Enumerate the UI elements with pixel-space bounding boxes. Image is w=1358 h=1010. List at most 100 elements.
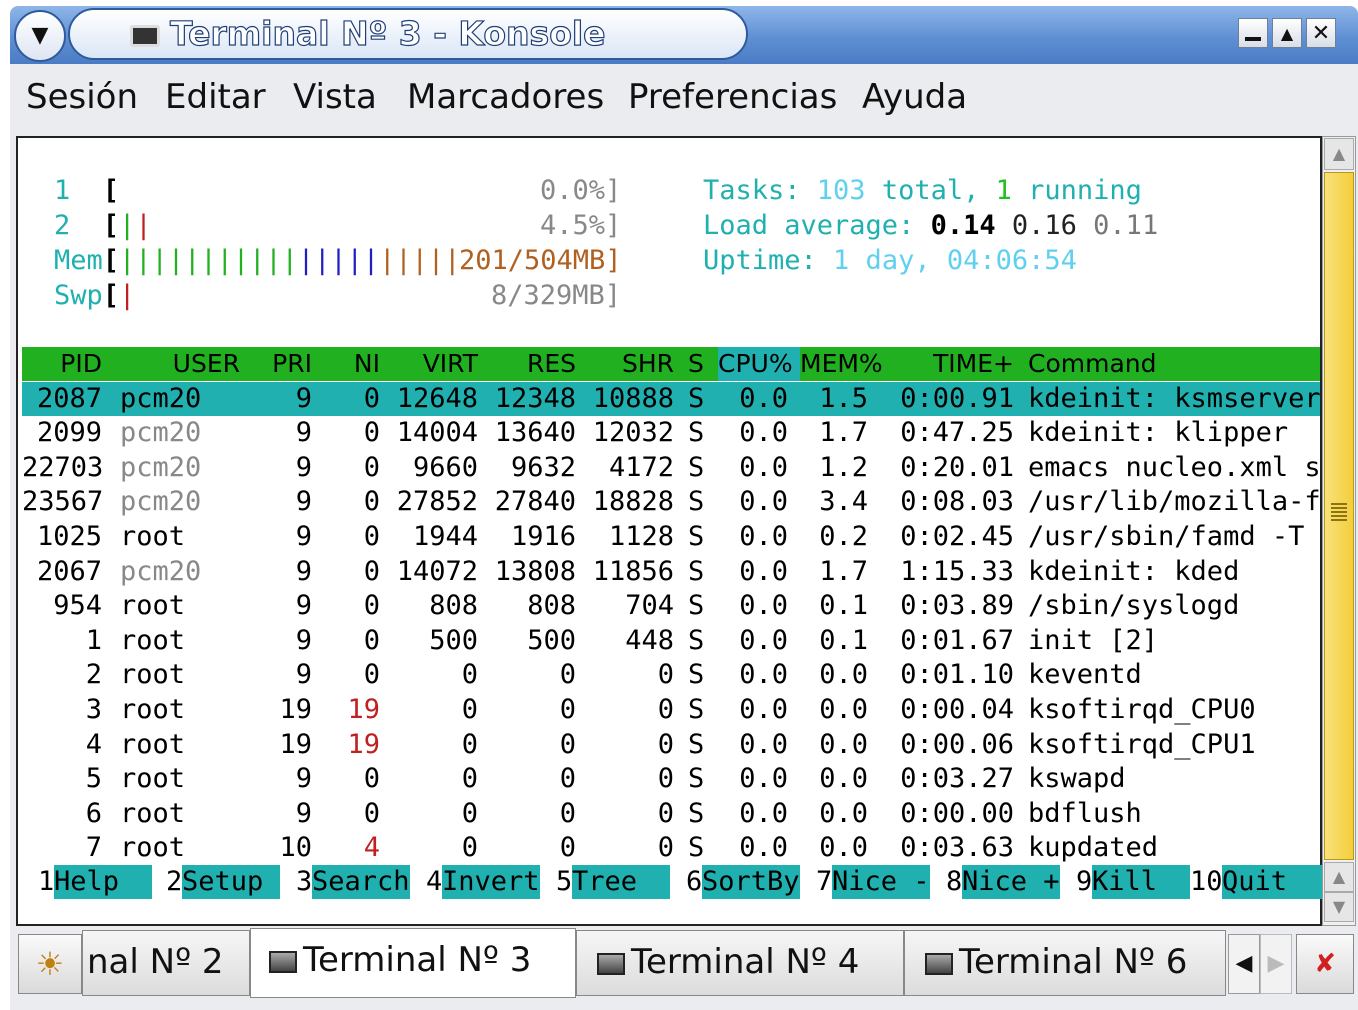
tab-terminal-4[interactable]: Terminal Nº 4 bbox=[576, 930, 904, 996]
close-session-button[interactable]: ✘ bbox=[1296, 934, 1354, 994]
arrow-up-icon: ▲ bbox=[1332, 144, 1346, 163]
column-header[interactable]: Command bbox=[1028, 347, 1320, 381]
table-cell: 0:00.04 bbox=[900, 694, 1014, 725]
column-header[interactable]: TIME+ bbox=[868, 347, 1014, 381]
fkey-tree-button[interactable]: Tree bbox=[572, 865, 670, 899]
table-cell: 5 bbox=[85, 763, 102, 795]
table-cell: 500 bbox=[429, 624, 478, 656]
tab-scroll-left-button[interactable]: ◀ bbox=[1228, 934, 1260, 994]
menu-preferencias[interactable]: Preferencias bbox=[628, 76, 837, 118]
fkey-help-button[interactable]: Help bbox=[54, 865, 152, 899]
table-cell: 12348 bbox=[494, 382, 576, 414]
column-header[interactable]: RES bbox=[478, 347, 576, 381]
column-header[interactable]: PRI bbox=[240, 347, 312, 381]
scroll-up-button[interactable]: ▲ bbox=[1324, 138, 1354, 170]
tab-label: Terminal Nº 4 bbox=[631, 942, 860, 982]
table-row[interactable]: 23567 pcm20 9 0 27852 27840 18828 S 0.0 3.4 0:08.0… bbox=[22, 485, 1321, 519]
table-cell: 19 bbox=[279, 728, 312, 760]
table-cell: 0:00.00 bbox=[900, 797, 1014, 829]
tasks-summary: Tasks: 103 total, 1 running bbox=[703, 175, 1142, 206]
fkey-number: 5 bbox=[556, 866, 573, 897]
scroll-down-button[interactable]: ▼ bbox=[1324, 892, 1354, 922]
table-cell: pcm20 bbox=[120, 555, 202, 587]
fkey-search-button[interactable]: Search bbox=[312, 865, 410, 899]
scrollbar-thumb[interactable] bbox=[1324, 172, 1354, 860]
tab-terminal-2[interactable]: nal Nº 2 bbox=[82, 930, 250, 996]
menu-marcadores[interactable]: Marcadores bbox=[407, 76, 604, 118]
new-session-button[interactable]: ☀ bbox=[18, 934, 82, 994]
table-cell: 0.0 bbox=[739, 763, 788, 795]
column-header[interactable]: S bbox=[688, 347, 706, 381]
table-cell: 9 bbox=[295, 451, 312, 483]
mem-value: 201/504MB] bbox=[459, 245, 622, 276]
menu-vista[interactable]: Vista bbox=[293, 76, 377, 118]
fkey-nice-button[interactable]: Nice - bbox=[832, 865, 930, 899]
column-header[interactable]: VIRT bbox=[380, 347, 478, 381]
table-row[interactable]: 2 root 9 0 0 0 0 S 0.0 0.0 0:01.10 keventd bbox=[22, 658, 1320, 692]
table-cell: 0 bbox=[657, 659, 674, 691]
fkey-nice-button[interactable]: Nice + bbox=[962, 865, 1060, 899]
table-row[interactable]: 22703 pcm20 9 0 9660 9632 4172 S 0.0 1.2 0:20.01 em… bbox=[22, 451, 1321, 485]
table-cell: 0.0 bbox=[819, 659, 868, 691]
menu-editar[interactable]: Editar bbox=[165, 76, 266, 118]
table-cell: 4 bbox=[85, 728, 102, 760]
table-row[interactable]: 2087 pcm20 9 0 12648 12348 10888 S 0.0 1.5 0:00.91… bbox=[22, 381, 1321, 416]
fkey-invert-button[interactable]: Invert bbox=[442, 865, 540, 899]
table-row[interactable]: 1025 root 9 0 1944 1916 1128 S 0.0 0.2 0:02.45/usr… bbox=[22, 520, 1320, 554]
table-row[interactable]: 7 root 10 4 0 0 0 S 0.0 0.0 0:03.63 kupdated bbox=[22, 831, 1320, 865]
table-cell: 1.5 bbox=[819, 382, 868, 414]
fkey-number: 6 bbox=[686, 866, 703, 897]
table-header[interactable]: PID USER PRI NI VIRT RES SHR S CPU% MEM% TIME+ Comm… bbox=[22, 347, 1320, 381]
table-cell: 0:02.45 bbox=[900, 521, 1014, 552]
terminal-icon bbox=[269, 950, 297, 973]
table-row[interactable]: 4 root 19 19 0 0 0 S 0.0 0.0 0:00.06 ksoftirqd_CPU1 bbox=[22, 728, 1320, 762]
column-header[interactable]: CPU% bbox=[718, 347, 800, 381]
table-cell: ksoftirqd_CPU1 bbox=[1028, 728, 1256, 760]
table-cell: 3.4 bbox=[819, 486, 868, 518]
menu-sesion[interactable]: Sesión bbox=[26, 76, 138, 118]
scroll-up-lower-button[interactable]: ▲ bbox=[1324, 862, 1354, 892]
table-cell: 0.1 bbox=[819, 624, 868, 656]
menu-ayuda[interactable]: Ayuda bbox=[862, 76, 967, 118]
column-header[interactable]: NI bbox=[312, 347, 380, 381]
maximize-button[interactable]: ▲ bbox=[1272, 18, 1302, 48]
close-button[interactable]: ✕ bbox=[1306, 18, 1336, 48]
fkey-quit-button[interactable]: Quit bbox=[1222, 865, 1334, 899]
table-cell: 0 bbox=[363, 451, 380, 483]
fkey-sortby-button[interactable]: SortBy bbox=[702, 865, 800, 899]
table-row[interactable]: 1 root 9 0 500 500 448 S 0.0 0.1 0:01.67 init [2] bbox=[22, 624, 1320, 658]
fkey-setup-button[interactable]: Setup bbox=[182, 865, 280, 899]
window-menu-button[interactable]: ▼ bbox=[14, 10, 66, 62]
column-header[interactable]: USER bbox=[120, 347, 240, 381]
table-row[interactable]: 954 root 9 0 808 808 704 S 0.0 0.1 0:03.89/sbin/sy… bbox=[22, 589, 1320, 623]
table-cell: 9 bbox=[295, 382, 312, 414]
table-cell: 27840 bbox=[494, 486, 576, 518]
column-header[interactable]: MEM% bbox=[800, 347, 883, 381]
tab-terminal-3[interactable]: Terminal Nº 3 bbox=[250, 928, 576, 998]
table-cell: 1:15.33 bbox=[900, 555, 1014, 587]
load-average: Load average: 0.14 0.16 0.11 bbox=[703, 210, 1159, 241]
fkey-kill-button[interactable]: Kill bbox=[1092, 865, 1190, 899]
table-cell: 0.0 bbox=[819, 832, 868, 864]
table-cell: 0:47.25 bbox=[900, 417, 1014, 449]
terminal-icon bbox=[130, 24, 160, 47]
table-cell: 0.0 bbox=[739, 382, 788, 414]
table-cell: 9 bbox=[295, 590, 312, 622]
table-cell: 27852 bbox=[396, 486, 478, 518]
table-cell: 23567 bbox=[22, 486, 104, 518]
tab-terminal-6[interactable]: Terminal Nº 6 bbox=[904, 930, 1226, 996]
minimize-button[interactable] bbox=[1238, 18, 1268, 48]
table-row[interactable]: 2099 pcm20 9 0 14004 13640 12032 S 0.0 1.7 0:47.25… bbox=[22, 416, 1320, 450]
table-row[interactable]: 6 root 9 0 0 0 0 S 0.0 0.0 0:00.00 bdflush bbox=[22, 797, 1320, 831]
table-cell: 0 bbox=[461, 763, 478, 795]
table-row[interactable]: 2067 pcm20 9 0 14072 13808 11856 S 0.0 1.7 1:15.33… bbox=[22, 555, 1320, 589]
table-row[interactable]: 5 root 9 0 0 0 0 S 0.0 0.0 0:03.27 kswapd bbox=[22, 762, 1320, 796]
table-row[interactable]: 3 root 19 19 0 0 0 S 0.0 0.0 0:00.04 ksoftirqd_CPU0 bbox=[22, 693, 1320, 727]
column-header[interactable]: PID bbox=[22, 347, 102, 381]
table-cell: root bbox=[120, 763, 186, 795]
cpu1-value: 0.0%] bbox=[540, 175, 622, 206]
column-header[interactable]: SHR bbox=[576, 347, 674, 381]
tab-scroll-right-button[interactable]: ▶ bbox=[1260, 934, 1292, 994]
table-cell: 1.7 bbox=[819, 555, 868, 587]
table-cell: 500 bbox=[527, 624, 576, 656]
